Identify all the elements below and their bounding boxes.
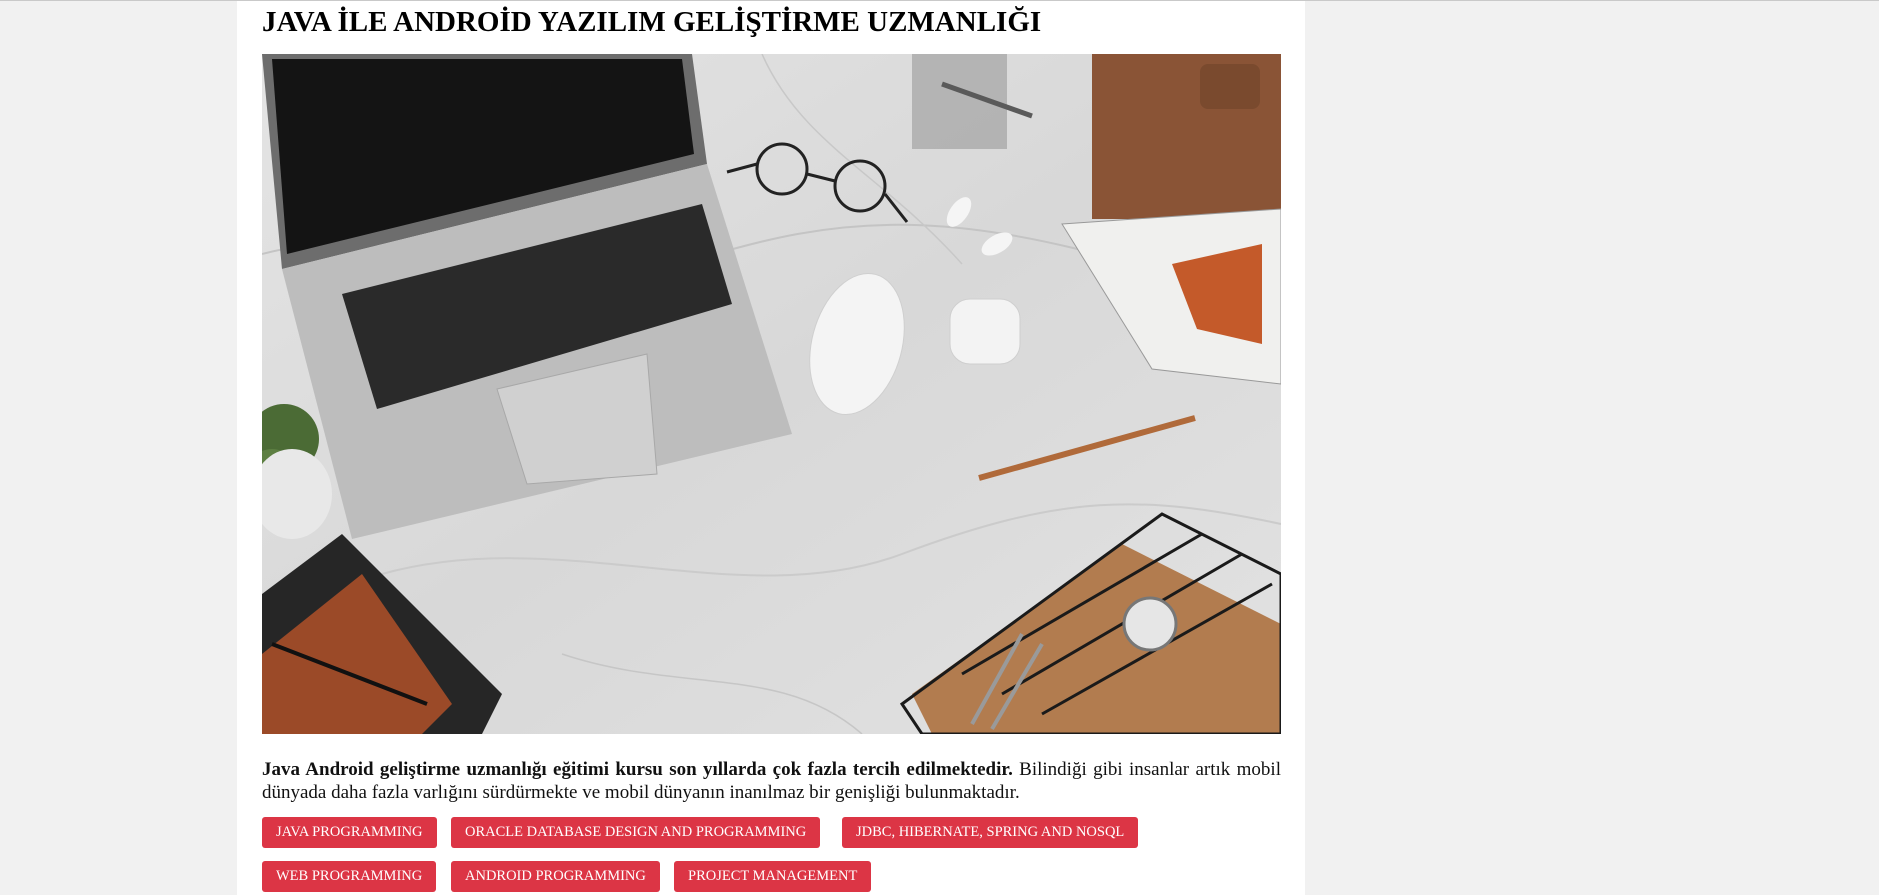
tag-java-programming[interactable]: JAVA PROGRAMMING [262,817,437,848]
description-bold: Java Android geliştirme uzmanlığı eğitim… [262,759,1013,780]
course-card: JAVA İLE ANDROİD YAZILIM GELİŞTİRME UZMA… [237,1,1305,895]
course-description: Java Android geliştirme uzmanlığı eğitim… [262,758,1281,804]
hero-image [262,54,1281,734]
tag-jdbc-hibernate-spring[interactable]: JDBC, HIBERNATE, SPRING AND NOSQL [842,817,1139,848]
tag-project-management[interactable]: PROJECT MANAGEMENT [674,861,872,892]
tag-android-programming[interactable]: ANDROID PROGRAMMING [451,861,660,892]
tag-web-programming[interactable]: WEB PROGRAMMING [262,861,437,892]
tag-oracle-database[interactable]: ORACLE DATABASE DESIGN AND PROGRAMMING [451,817,821,848]
page-title: JAVA İLE ANDROİD YAZILIM GELİŞTİRME UZMA… [262,6,1042,38]
